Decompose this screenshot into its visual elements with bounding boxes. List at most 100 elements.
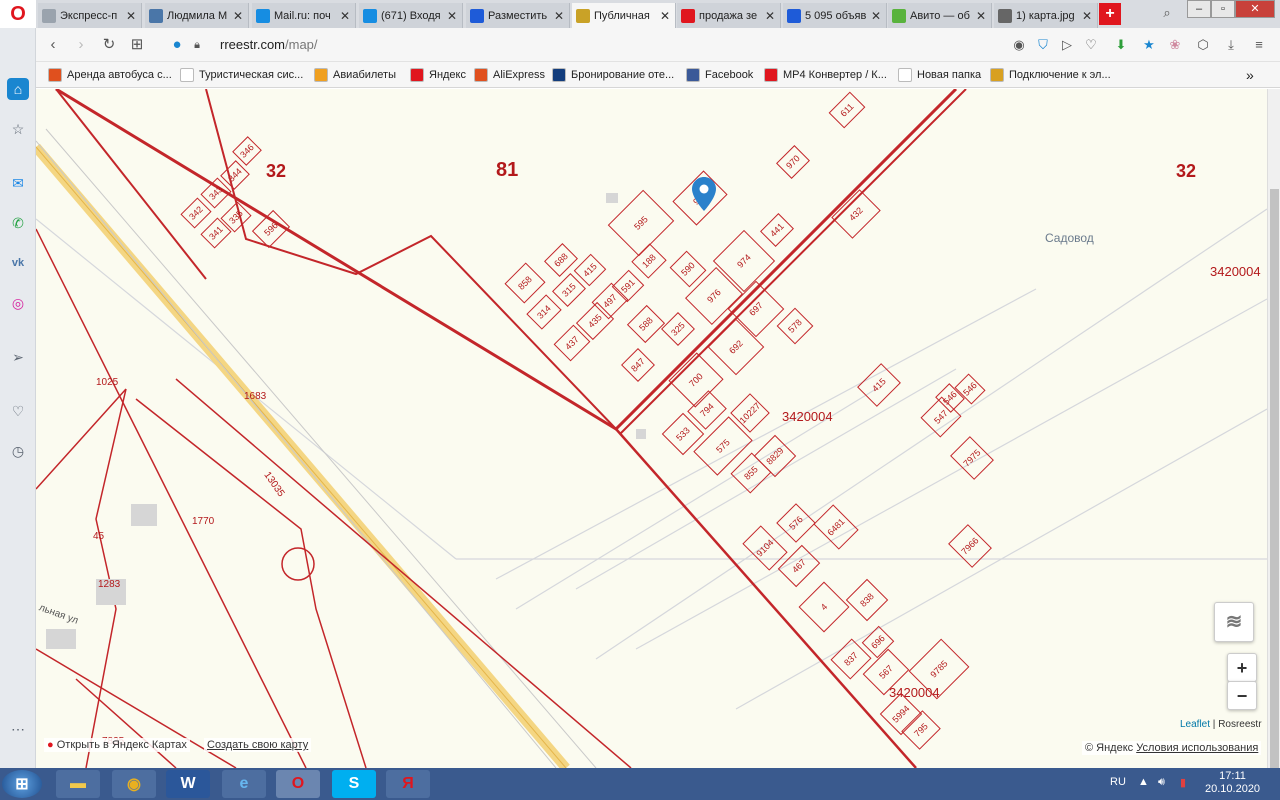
parcel-1025[interactable]: 1025 (96, 377, 118, 388)
extension-2-icon[interactable]: ❀ (1166, 36, 1184, 54)
close-window-button[interactable]: ✕ (1235, 0, 1275, 18)
extension-icon[interactable]: ⬇ (1112, 36, 1130, 54)
tab-close-icon[interactable]: ✕ (975, 9, 987, 23)
browser-tab[interactable]: Авито — об ✕ (888, 3, 992, 28)
location-marker-icon[interactable] (692, 177, 716, 211)
bookmark-item[interactable]: Авиабилеты (314, 66, 396, 84)
bookmark-item[interactable]: Аренда автобуса с... (48, 66, 172, 84)
tab-label: продажа зе (699, 9, 758, 22)
browser-tab[interactable]: Mail.ru: поч ✕ (252, 3, 356, 28)
browser-tab[interactable]: 1) карта.jpg ✕ (994, 3, 1098, 28)
send-icon[interactable]: ➢ (7, 346, 29, 368)
explorer-taskbar-icon[interactable]: ▬ (56, 770, 100, 798)
camera-icon[interactable]: ◉ (1010, 36, 1028, 54)
network-icon[interactable]: ▮ (1180, 776, 1186, 789)
leaflet-link[interactable]: Leaflet (1180, 719, 1210, 730)
parcel-45[interactable]: 45 (93, 531, 104, 542)
parcel-1770[interactable]: 1770 (192, 516, 214, 527)
skype-taskbar-icon[interactable]: S (332, 770, 376, 798)
speed-dial-icon[interactable]: ☆ (7, 118, 29, 140)
page-scrollbar[interactable] (1267, 89, 1280, 769)
tab-close-icon[interactable]: ✕ (339, 9, 351, 23)
word-taskbar-icon[interactable]: W (166, 770, 210, 798)
system-clock[interactable]: 17:11 20.10.2020 (1205, 770, 1260, 796)
language-indicator[interactable]: RU (1110, 776, 1126, 788)
bookmark-item[interactable]: Facebook (686, 66, 753, 84)
bookmark-item[interactable]: Бронирование оте... (552, 66, 674, 84)
heart-icon[interactable]: ♡ (7, 400, 29, 422)
tab-close-icon[interactable]: ✕ (659, 9, 671, 23)
bookmark-item[interactable]: AliExpress (474, 66, 545, 84)
forward-icon[interactable]: › (72, 36, 90, 54)
browser-tab[interactable]: Людмила М ✕ (145, 3, 249, 28)
tab-label: Mail.ru: поч (274, 9, 331, 22)
cube-icon[interactable]: ⬡ (1194, 36, 1212, 54)
messenger-icon[interactable]: ✉ (7, 172, 29, 194)
opera-taskbar-icon[interactable]: O (276, 770, 320, 798)
volume-icon[interactable]: 🔊︎ (1158, 776, 1165, 789)
tab-close-icon[interactable]: ✕ (446, 9, 458, 23)
more-icon[interactable]: ⋯ (7, 718, 29, 740)
terms-link[interactable]: Условия использования (1136, 742, 1258, 754)
ie-taskbar-icon[interactable]: e (222, 770, 266, 798)
search-tabs-icon[interactable]: ⌕ (1158, 4, 1176, 22)
tab-close-icon[interactable]: ✕ (232, 9, 244, 23)
tab-close-icon[interactable]: ✕ (125, 9, 137, 23)
bookmarks-more-icon[interactable]: » (1246, 66, 1254, 84)
maximize-button[interactable]: ▫ (1211, 0, 1235, 18)
minimize-button[interactable]: – (1187, 0, 1211, 18)
chrome-taskbar-icon[interactable]: ◉ (112, 770, 156, 798)
url-field[interactable]: rreestr.com/map/ (220, 37, 318, 52)
tab-close-icon[interactable]: ✕ (870, 9, 882, 23)
vk-icon[interactable]: vk (7, 252, 29, 274)
whatsapp-icon[interactable]: ✆ (7, 212, 29, 234)
browser-tab[interactable]: Экспресс-п ✕ (38, 3, 142, 28)
download-icon[interactable]: ⤓ (1222, 36, 1240, 54)
tab-favicon-icon (149, 8, 163, 23)
tab-close-icon[interactable]: ✕ (764, 9, 776, 23)
tab-close-icon[interactable]: ✕ (553, 9, 565, 23)
tabs-grid-icon[interactable]: ⊞ (128, 36, 146, 54)
start-button[interactable]: ⊞ (2, 770, 42, 798)
star-icon[interactable]: ★ (1140, 36, 1158, 54)
layers-control-icon[interactable]: ≋ (1214, 602, 1254, 642)
lock-icon[interactable]: 🔒︎ (188, 36, 206, 54)
bookmark-item[interactable]: Подключение к эл... (990, 66, 1111, 84)
zoom-out-button[interactable]: − (1227, 681, 1257, 710)
bookmark-item[interactable]: Новая папка (898, 66, 981, 84)
tray-arrow-icon[interactable]: ▲ (1138, 776, 1149, 788)
browser-tab[interactable]: Публичная ✕ (572, 3, 676, 28)
location-pin-icon: ● (172, 36, 182, 53)
bookmark-heart-icon[interactable]: ♡ (1082, 36, 1100, 54)
yandex-taskbar-icon[interactable]: Я (386, 770, 430, 798)
reload-icon[interactable]: ↻ (100, 36, 118, 54)
cadastral-map[interactable]: 32 81 32 3420004 3420004 3420004 Садовод… (36, 89, 1267, 768)
browser-tab[interactable]: продажа зе ✕ (677, 3, 781, 28)
scrollbar-thumb[interactable] (1270, 189, 1279, 769)
bookmark-item[interactable]: Яндекс (410, 66, 466, 84)
copyright-prefix: © Яндекс (1085, 742, 1134, 754)
zoom-in-button[interactable]: + (1227, 653, 1257, 682)
browser-tab[interactable]: (671) Входя ✕ (359, 3, 463, 28)
back-icon[interactable]: ‹ (44, 36, 62, 54)
tab-close-icon[interactable]: ✕ (1081, 9, 1093, 23)
instagram-icon[interactable]: ◎ (7, 292, 29, 314)
browser-tab[interactable]: 5 095 объяв ✕ (783, 3, 887, 28)
home-icon[interactable]: ⌂ (7, 78, 29, 100)
shield-icon[interactable]: ⛉ (1034, 36, 1052, 54)
browser-tab[interactable]: Разместить ✕ (466, 3, 570, 28)
bookmark-item[interactable]: MP4 Конвертер / К... (764, 66, 887, 84)
opera-menu-button[interactable]: O (0, 0, 36, 28)
parcel-1683[interactable]: 1683 (244, 391, 266, 402)
open-in-yandex-link[interactable]: ● Открыть в Яндекс Картах (44, 738, 190, 752)
menu-icon[interactable]: ≡ (1250, 36, 1268, 54)
history-icon[interactable]: ◷ (7, 440, 29, 462)
create-map-link[interactable]: Создать свою карту (204, 738, 312, 752)
bookmark-favicon-icon (314, 68, 328, 82)
bookmark-item[interactable]: Туристическая сис... (180, 66, 303, 84)
tab-favicon-icon (363, 8, 377, 23)
new-tab-button[interactable]: + (1099, 3, 1121, 25)
parcel-1283[interactable]: 1283 (98, 579, 120, 590)
send-page-icon[interactable]: ▷ (1058, 36, 1076, 54)
tab-favicon-icon (892, 8, 906, 23)
